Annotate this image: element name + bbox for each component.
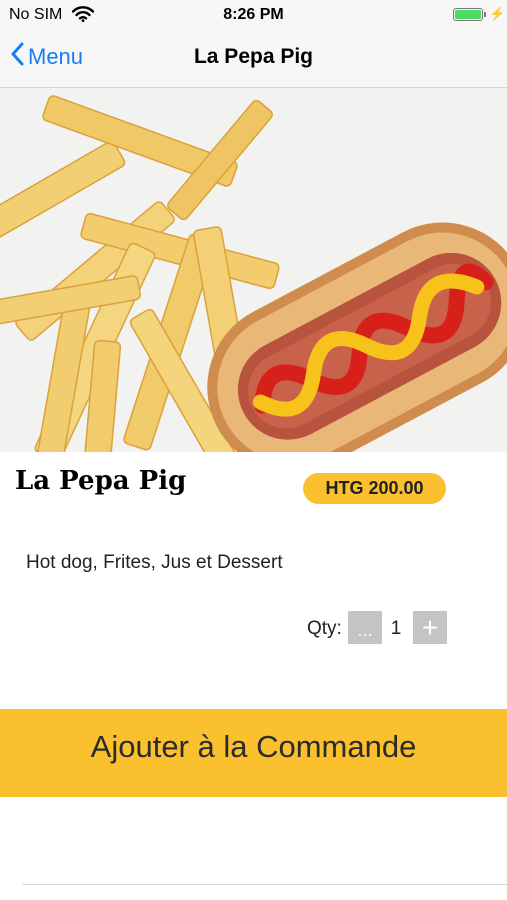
quantity-value: 1: [390, 618, 402, 639]
bottom-divider: [22, 884, 507, 885]
increase-quantity-button[interactable]: +: [413, 611, 447, 644]
product-description: Hot dog, Frites, Jus et Dessert: [26, 552, 283, 573]
product-image: [0, 88, 507, 452]
charging-bolt-icon: ⚡: [489, 6, 506, 21]
battery-icon: [453, 8, 483, 21]
quantity-label: Qty:: [307, 618, 342, 639]
add-to-order-button[interactable]: Ajouter à la Commande: [0, 709, 507, 797]
status-bar: No SIM 8:26 PM ⚡: [0, 0, 507, 30]
navigation-bar: Menu La Pepa Pig: [0, 30, 507, 88]
decrease-quantity-button[interactable]: ...: [348, 611, 382, 644]
status-time: 8:26 PM: [223, 6, 284, 23]
battery-tip: [484, 12, 486, 17]
nav-title: La Pepa Pig: [193, 45, 314, 68]
product-name: La Pepa Pig: [15, 466, 187, 496]
price-badge: HTG 200.00: [303, 473, 446, 504]
